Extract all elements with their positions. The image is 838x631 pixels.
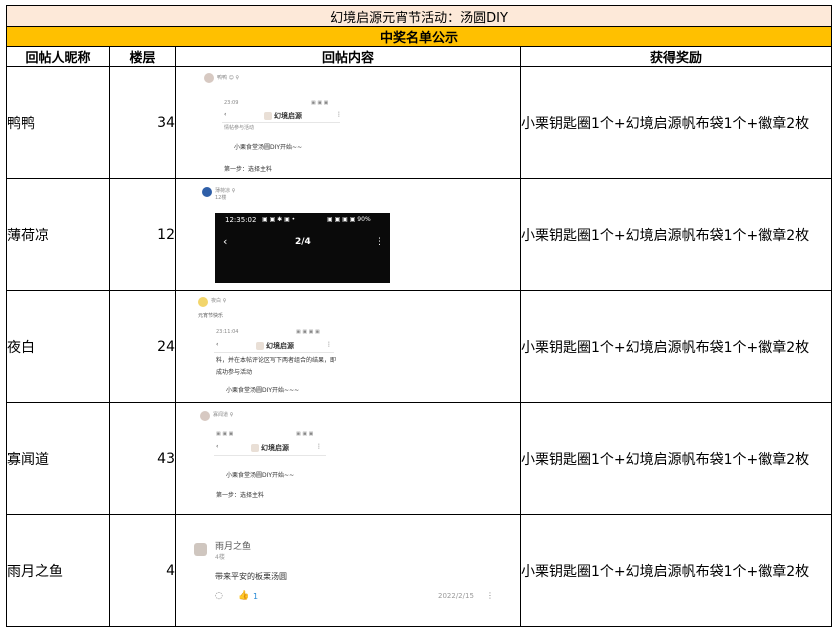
- like-icon: 👍: [238, 591, 250, 601]
- table-row: 鸭鸭 34 鸭鸭 ☺ ♀ 23:09 ▣ ▣ ▣ ‹ 幻境启源 ⋮ 情帖参与活动…: [6, 66, 833, 179]
- table-row: 薄荷凉 12 薄荷凉 ♀ 12楼 12:35:02 ▣ ▣ ✱ ▣ • ▣ ▣ …: [6, 178, 833, 291]
- reply-screenshot: 薄荷凉 ♀ 12楼 12:35:02 ▣ ▣ ✱ ▣ • ▣ ▣ ▣ ▣ 90%…: [177, 180, 520, 290]
- page-indicator: 2/4: [295, 237, 311, 247]
- avatar: [200, 411, 210, 421]
- header-reward: 获得奖励: [519, 46, 833, 67]
- nickname-cell: 雨月之鱼: [6, 514, 110, 627]
- reply-screenshot-cell: 薄荷凉 ♀ 12楼 12:35:02 ▣ ▣ ✱ ▣ • ▣ ▣ ▣ ▣ 90%…: [175, 178, 521, 291]
- reply-screenshot-cell: 夜白 ♀ 元宵节快乐 23:11:04 ▣ ▣ ▣ ▣ ‹ 幻境启源 ⋮ 料，并…: [175, 290, 521, 403]
- floor-cell: 4: [109, 514, 176, 627]
- reward-cell: 小栗钥匙圈1个+幻境启源帆布袋1个+徽章2枚: [519, 290, 833, 403]
- floor-cell: 43: [109, 402, 176, 515]
- like-count: 1: [253, 592, 259, 601]
- reply-screenshot: 夜白 ♀ 元宵节快乐 23:11:04 ▣ ▣ ▣ ▣ ‹ 幻境启源 ⋮ 料，并…: [198, 297, 337, 394]
- screenshot-brand: 幻境启源: [251, 443, 289, 453]
- winners-table: 幻境启源元宵节活动：汤圆DIY 中奖名单公示 回帖人昵称 楼层 回帖内容 获得奖…: [5, 5, 833, 627]
- comment-icon: ◌: [215, 591, 223, 601]
- reward-cell: 小栗钥匙圈1个+幻境启源帆布袋1个+徽章2枚: [519, 514, 833, 627]
- reply-date: 2022/2/15: [438, 592, 474, 600]
- table-row: 雨月之鱼 4 雨月之鱼 4楼 带来平安的板栗汤圆 ◌ 👍 1 2022/2/15…: [6, 514, 833, 627]
- table-row: 寡闻道 43 寡闻道 ♀ ▣ ▣ ▣ ▣ ▣ ▣ ‹ 幻境启源 ⋮ 小栗食堂汤圆…: [6, 402, 833, 515]
- nickname-cell: 鸭鸭: [6, 66, 110, 179]
- phone-screen: 12:35:02 ▣ ▣ ✱ ▣ • ▣ ▣ ▣ ▣ 90% ‹ 2/4 ⋮: [215, 213, 390, 283]
- more-icon: ⋮: [375, 237, 384, 247]
- nickname-cell: 薄荷凉: [6, 178, 110, 291]
- brand-logo-icon: [251, 444, 259, 452]
- more-icon: ⋮: [316, 443, 322, 450]
- floor-cell: 12: [109, 178, 176, 291]
- page-title: 幻境启源元宵节活动：汤圆DIY: [5, 5, 833, 27]
- screenshot-time: 23:09: [224, 100, 239, 106]
- floor-cell: 24: [109, 290, 176, 403]
- back-icon: ‹: [216, 443, 219, 450]
- status-icons: ▣ ▣ ▣: [311, 100, 329, 106]
- screenshot-brand: 幻境启源: [256, 341, 294, 351]
- nickname-cell: 夜白: [6, 290, 110, 403]
- reply-screenshot: 寡闻道 ♀ ▣ ▣ ▣ ▣ ▣ ▣ ‹ 幻境启源 ⋮ 小栗食堂汤圆DIY开始~~…: [177, 404, 520, 514]
- reply-screenshot: 鸭鸭 ☺ ♀ 23:09 ▣ ▣ ▣ ‹ 幻境启源 ⋮ 情帖参与活动 小栗食堂汤…: [177, 68, 520, 178]
- reward-cell: 小栗钥匙圈1个+幻境启源帆布袋1个+徽章2枚: [519, 66, 833, 179]
- reply-screenshot-cell: 雨月之鱼 4楼 带来平安的板栗汤圆 ◌ 👍 1 2022/2/15 ⋮: [175, 514, 521, 627]
- reply-screenshot: 雨月之鱼 4楼 带来平安的板栗汤圆 ◌ 👍 1 2022/2/15 ⋮: [177, 516, 520, 626]
- header-floor: 楼层: [109, 46, 176, 67]
- avatar: [202, 187, 212, 197]
- nickname-cell: 寡闻道: [6, 402, 110, 515]
- avatar: [204, 73, 214, 83]
- brand-logo-icon: [264, 112, 272, 120]
- screenshot-user: 鸭鸭 ☺ ♀: [217, 75, 240, 81]
- screenshot-user: 雨月之鱼: [215, 542, 252, 552]
- status-icons: ▣ ▣ ▣ ▣: [296, 329, 320, 335]
- status-icons: ▣ ▣ ▣: [216, 431, 234, 437]
- avatar: [194, 543, 207, 556]
- reward-cell: 小栗钥匙圈1个+幻境启源帆布袋1个+徽章2枚: [519, 402, 833, 515]
- brand-logo-icon: [256, 342, 264, 350]
- reply-screenshot-cell: 鸭鸭 ☺ ♀ 23:09 ▣ ▣ ▣ ‹ 幻境启源 ⋮ 情帖参与活动 小栗食堂汤…: [175, 66, 521, 179]
- back-icon: ‹: [223, 235, 228, 248]
- reply-text: 带来平安的板栗汤圆: [215, 572, 287, 581]
- screenshot-brand: 幻境启源: [264, 111, 302, 121]
- more-icon: ⋮: [326, 341, 332, 348]
- back-icon: ‹: [216, 341, 219, 348]
- floor-cell: 34: [109, 66, 176, 179]
- spreadsheet: 幻境启源元宵节活动：汤圆DIY 中奖名单公示 回帖人昵称 楼层 回帖内容 获得奖…: [5, 5, 833, 627]
- back-icon: ‹: [224, 111, 227, 118]
- more-icon: ⋮: [486, 591, 494, 600]
- header-content: 回帖内容: [175, 46, 521, 67]
- section-title: 中奖名单公示: [5, 26, 833, 47]
- reply-screenshot-cell: 寡闻道 ♀ ▣ ▣ ▣ ▣ ▣ ▣ ‹ 幻境启源 ⋮ 小栗食堂汤圆DIY开始~~…: [175, 402, 521, 515]
- avatar: [198, 297, 208, 307]
- reward-cell: 小栗钥匙圈1个+幻境启源帆布袋1个+徽章2枚: [519, 178, 833, 291]
- more-icon: ⋮: [336, 111, 342, 118]
- header-nickname: 回帖人昵称: [6, 46, 110, 67]
- table-row: 夜白 24 夜白 ♀ 元宵节快乐 23:11:04 ▣ ▣ ▣ ▣ ‹ 幻境启源…: [6, 290, 833, 403]
